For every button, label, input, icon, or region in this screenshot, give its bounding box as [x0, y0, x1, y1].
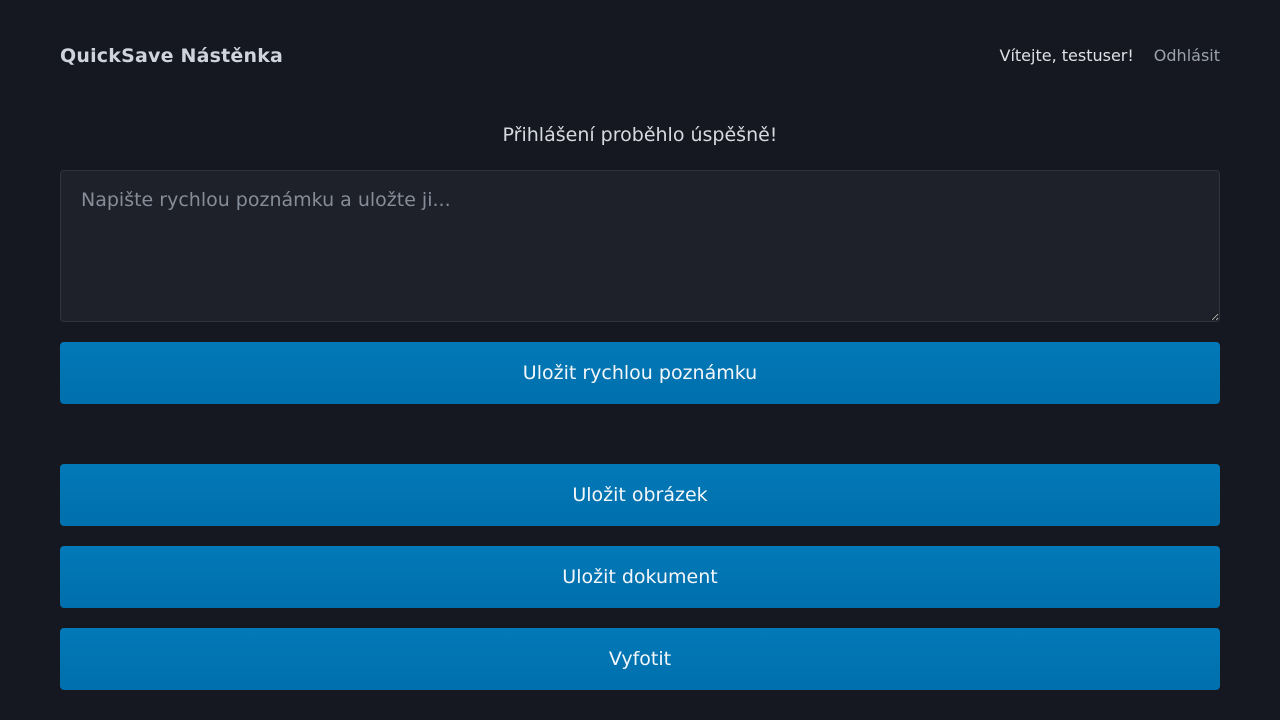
save-document-button[interactable]: Uložit dokument	[60, 546, 1220, 608]
logout-link[interactable]: Odhlásit	[1154, 46, 1220, 65]
save-note-button[interactable]: Uložit rychlou poznámku	[60, 342, 1220, 404]
flash-message: Přihlášení proběhlo úspěšně!	[502, 124, 778, 146]
take-photo-button[interactable]: Vyfotit	[60, 628, 1220, 690]
save-image-button[interactable]: Uložit obrázek	[60, 464, 1220, 526]
user-area: Vítejte, testuser! Odhlásit	[1000, 46, 1220, 65]
dashboard-page: QuickSave Nástěnka Vítejte, testuser! Od…	[0, 0, 1280, 720]
top-header: QuickSave Nástěnka Vítejte, testuser! Od…	[60, 0, 1220, 112]
welcome-text: Vítejte, testuser!	[999, 46, 1134, 65]
quick-note-textarea[interactable]	[60, 170, 1220, 322]
app-brand: QuickSave Nástěnka	[60, 44, 284, 67]
